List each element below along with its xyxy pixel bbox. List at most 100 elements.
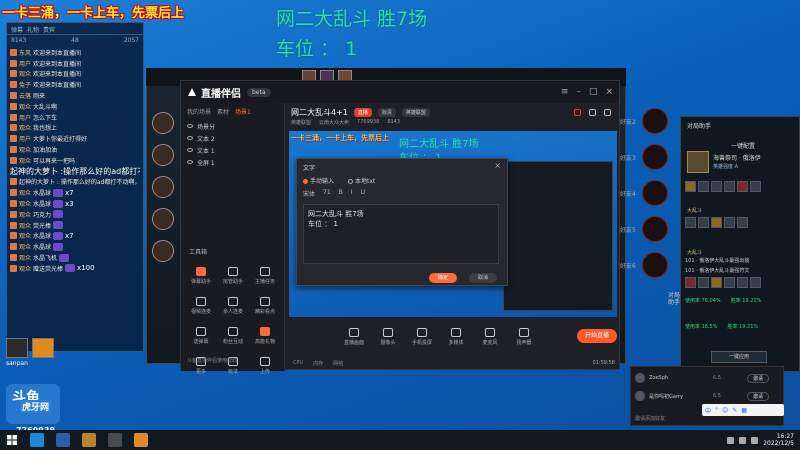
friend-slot[interactable]: 好友6: [620, 252, 668, 278]
capture-tool-button[interactable]: 麦克风: [475, 328, 505, 346]
tool-button[interactable]: 多人连麦: [217, 293, 249, 319]
chat-nickname[interactable]: 东风: [19, 48, 31, 57]
start-button[interactable]: [0, 430, 24, 450]
underline-button[interactable]: U: [361, 189, 365, 198]
tool-button[interactable]: 高能礼物: [249, 323, 281, 349]
friend-slot[interactable]: 好友2: [620, 108, 668, 134]
bold-button[interactable]: B: [339, 189, 343, 198]
category-pill[interactable]: 英雄联盟: [401, 107, 430, 117]
chat-tab[interactable]: 礼物: [27, 25, 39, 34]
capture-tool-button[interactable]: 多媒体: [441, 328, 471, 346]
source-item[interactable]: 场景分: [181, 120, 284, 132]
ime-button[interactable]: ✎: [732, 407, 737, 414]
edge-browser-icon[interactable]: [30, 433, 44, 447]
text-input-area[interactable]: 网二大乱斗 胜7场 车位 ： 1: [303, 204, 499, 264]
friend-slot[interactable]: 好友5: [620, 216, 668, 242]
chat-nickname[interactable]: 用户: [19, 59, 31, 68]
chat-nickname[interactable]: 用户: [19, 113, 31, 122]
chat-nickname[interactable]: 观众: [19, 264, 31, 273]
volume-icon[interactable]: [739, 436, 747, 444]
chat-nickname[interactable]: 观众: [19, 231, 31, 240]
chat-nickname[interactable]: 用户: [19, 134, 31, 143]
cancel-button[interactable]: 取消: [469, 273, 497, 283]
eye-icon[interactable]: [187, 124, 193, 128]
menu-icon[interactable]: ≡: [561, 87, 569, 97]
lol-icon[interactable]: [108, 433, 122, 447]
build-title[interactable]: 101 · 俄洛伊大乱斗最强符文: [685, 267, 797, 274]
chat-nickname[interactable]: 云落: [19, 91, 31, 100]
source-item[interactable]: 文本 2: [181, 132, 284, 144]
invite-button[interactable]: 邀请: [747, 373, 770, 383]
close-icon[interactable]: ×: [605, 87, 613, 97]
tool-button[interactable]: 精彩看点: [249, 293, 281, 319]
ime-toolbar[interactable]: 中 ° ☺ ✎ ▦: [702, 404, 784, 416]
chat-nickname[interactable]: 观众: [19, 188, 31, 197]
apply-build-button[interactable]: 一键应用: [711, 351, 767, 363]
chat-nickname[interactable]: 观众: [19, 123, 31, 132]
tool-button[interactable]: 视频连麦: [185, 293, 217, 319]
font-select[interactable]: 宋体: [303, 189, 315, 198]
ime-button[interactable]: °: [715, 407, 718, 414]
chat-nickname[interactable]: 观众: [19, 210, 31, 219]
tab-my-scenes[interactable]: 我的场景: [187, 107, 211, 116]
room-title[interactable]: 网二大乱斗4+1: [291, 107, 348, 118]
minimize-icon[interactable]: –: [576, 87, 581, 97]
system-clock[interactable]: 16:27 2022/12/5: [763, 433, 794, 447]
font-size-select[interactable]: 71: [323, 189, 331, 198]
capture-tool-button[interactable]: 摄像头: [373, 328, 403, 346]
assistant-side-tab[interactable]: 对局助手: [668, 292, 680, 306]
chat-nickname[interactable]: 观众: [19, 221, 31, 230]
help-link[interactable]: 斗鱼直播伴侣使用帮助: [187, 357, 237, 364]
live-pill[interactable]: 直播: [353, 107, 372, 117]
radio-local-txt[interactable]: 本地txt: [348, 176, 375, 185]
lol-client-icon[interactable]: [56, 433, 70, 447]
chat-tab[interactable]: 贵宾: [43, 25, 55, 34]
chat-nickname[interactable]: 兔子: [19, 80, 31, 89]
capture-tool-button[interactable]: 直播画面: [339, 328, 369, 346]
tool-button[interactable]: 主播任务: [249, 263, 281, 289]
ime-button[interactable]: ▦: [741, 407, 747, 414]
tab-assets[interactable]: 素材: [217, 107, 229, 116]
capture-tool-button[interactable]: 扬声器: [509, 328, 539, 346]
network-icon[interactable]: [727, 436, 735, 444]
eye-icon[interactable]: [187, 136, 193, 140]
tool-button[interactable]: 粉丝互动: [217, 323, 249, 349]
maximize-icon[interactable]: □: [589, 87, 598, 97]
invite-button[interactable]: 邀请: [747, 391, 770, 401]
gift-icon[interactable]: [574, 109, 581, 116]
tool-button[interactable]: 弹幕助手: [185, 263, 217, 289]
tab-scene-1[interactable]: 场景1: [235, 107, 251, 116]
chat-nickname[interactable]: 观众: [19, 253, 31, 262]
build-title[interactable]: 101 · 俄洛伊大乱斗最强出装: [685, 257, 797, 264]
source-item[interactable]: 全屏 1: [181, 156, 284, 168]
eye-icon[interactable]: [187, 160, 193, 164]
tool-button[interactable]: 送弹幕: [185, 323, 217, 349]
friend-slot[interactable]: 好友3: [620, 144, 668, 170]
radio-manual[interactable]: 手动输入: [303, 176, 334, 185]
eye-icon[interactable]: [187, 148, 193, 152]
chat-nickname[interactable]: 观众: [19, 102, 31, 111]
chat-nickname[interactable]: 观众: [19, 145, 31, 154]
chat-nickname[interactable]: 观众: [19, 156, 31, 165]
chat-nickname[interactable]: 观众: [19, 69, 31, 78]
chat-nickname[interactable]: 观众: [19, 199, 31, 208]
start-live-button[interactable]: 开始直播: [577, 329, 617, 343]
settings-icon[interactable]: [604, 109, 611, 116]
capture-tool-button[interactable]: 手机投屏: [407, 328, 437, 346]
game-icon[interactable]: [82, 433, 96, 447]
live-companion-icon[interactable]: [134, 433, 148, 447]
chat-tab[interactable]: 弹幕: [11, 25, 23, 34]
close-icon[interactable]: ×: [494, 161, 501, 170]
text-source-dialog[interactable]: 文字 × 手动输入 本地txt 宋体 71 B I U 网二大乱斗 胜7场 车位…: [296, 158, 508, 286]
ime-icon[interactable]: [751, 436, 759, 444]
quality-pill[interactable]: 标清: [377, 107, 396, 117]
tool-button[interactable]: 房管助手: [217, 263, 249, 289]
tool-button[interactable]: 上传: [249, 353, 281, 379]
confirm-button[interactable]: 确定: [429, 273, 457, 283]
tab-one-click[interactable]: 一键配置: [731, 141, 755, 150]
source-item[interactable]: 文本 1: [181, 144, 284, 156]
share-icon[interactable]: [589, 109, 596, 116]
italic-button[interactable]: I: [351, 189, 353, 198]
lobby-footer[interactable]: 邀请添加好友: [635, 415, 665, 422]
ime-button[interactable]: 中: [705, 406, 711, 415]
